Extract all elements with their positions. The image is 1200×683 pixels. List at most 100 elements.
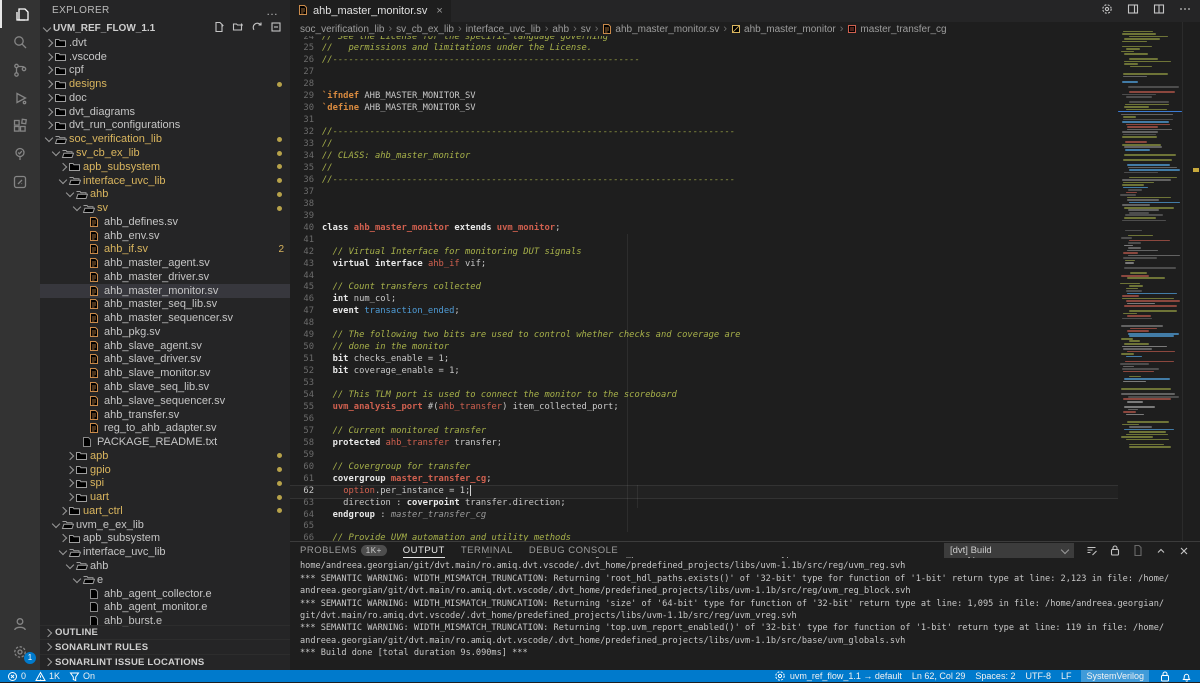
overview-ruler[interactable] xyxy=(1182,22,1200,541)
close-panel-icon[interactable] xyxy=(1178,545,1190,557)
section-outline[interactable]: OUTLINE xyxy=(40,625,290,640)
status-systemverilog[interactable]: SystemVerilog xyxy=(1081,670,1149,682)
breadcrumb-item[interactable]: master_transfer_cg xyxy=(847,24,946,35)
tree-item-designs[interactable]: designs xyxy=(40,77,290,91)
activity-explorer[interactable] xyxy=(0,0,42,28)
tree-item-uart-ctrl[interactable]: uart_ctrl xyxy=(40,504,290,518)
breadcrumb-item[interactable]: ahb xyxy=(552,24,569,35)
tree-item-ahb-slave-sequencer-sv[interactable]: ahb_slave_sequencer.sv xyxy=(40,394,290,408)
tree-item-ahb-slave-driver-sv[interactable]: ahb_slave_driver.sv xyxy=(40,353,290,367)
tree-item-ahb-master-sequencer-sv[interactable]: ahb_master_sequencer.sv xyxy=(40,311,290,325)
tree-item-ahb-agent-collector-e[interactable]: ahb_agent_collector.e xyxy=(40,587,290,601)
activity-dvt-edit[interactable] xyxy=(0,168,40,196)
tree-item-reg-to-ahb-adapter-sv[interactable]: reg_to_ahb_adapter.sv xyxy=(40,421,290,435)
breadcrumb-item[interactable]: soc_verification_lib xyxy=(300,24,385,35)
more-icon[interactable] xyxy=(1178,2,1192,21)
activity-run-debug[interactable] xyxy=(0,84,40,112)
activity-search[interactable] xyxy=(0,28,40,56)
tree-item-ahb-transfer-sv[interactable]: ahb_transfer.sv xyxy=(40,408,290,422)
breadcrumb-item[interactable]: interface_uvc_lib xyxy=(466,24,541,35)
folder-open-icon xyxy=(68,175,83,186)
activity-sonarlint[interactable] xyxy=(0,140,40,168)
tree-item-doc[interactable]: doc xyxy=(40,91,290,105)
tree-item-interface-uvc-lib[interactable]: interface_uvc_lib xyxy=(40,174,290,188)
status-ln-62-col-29[interactable]: Ln 62, Col 29 xyxy=(912,670,966,682)
collapse-all-icon[interactable] xyxy=(270,21,282,36)
new-file-icon[interactable] xyxy=(213,21,225,36)
tree-item-apb-subsystem[interactable]: apb_subsystem xyxy=(40,532,290,546)
gear-icon[interactable] xyxy=(1100,2,1114,21)
panel-tab-debug-console[interactable]: DEBUG CONSOLE xyxy=(529,543,618,557)
panel-tab-output[interactable]: OUTPUT xyxy=(403,543,445,558)
panel-tab-problems[interactable]: PROBLEMS1K+ xyxy=(300,543,387,557)
tree-item--dvt[interactable]: .dvt xyxy=(40,36,290,50)
open-log-icon[interactable] xyxy=(1132,544,1144,557)
breadcrumb-item[interactable]: sv xyxy=(581,24,591,35)
code-editor[interactable]: 24// See the License for the specific la… xyxy=(290,36,1118,541)
tree-item-ahb-slave-seq-lib-sv[interactable]: ahb_slave_seq_lib.sv xyxy=(40,380,290,394)
tree-item-cpf[interactable]: cpf xyxy=(40,64,290,78)
output-channel-select[interactable]: [dvt] Build xyxy=(944,543,1074,558)
breadcrumb-item[interactable]: ahb_master_monitor xyxy=(731,24,836,35)
tree-item-ahb-defines-sv[interactable]: ahb_defines.sv xyxy=(40,215,290,229)
tree-item-gpio[interactable]: gpio xyxy=(40,463,290,477)
tree-item-ahb-agent-monitor-e[interactable]: ahb_agent_monitor.e xyxy=(40,600,290,614)
tree-item-apb-subsystem[interactable]: apb_subsystem xyxy=(40,160,290,174)
tab-ahb-master-monitor[interactable]: ahb_master_monitor.sv × xyxy=(290,0,451,22)
status-lock[interactable] xyxy=(1159,670,1171,682)
minimap[interactable] xyxy=(1118,28,1182,540)
activity-source-control[interactable] xyxy=(0,56,40,84)
layout-icon[interactable] xyxy=(1126,2,1140,21)
tree-item-ahb-master-seq-lib-sv[interactable]: ahb_master_seq_lib.sv xyxy=(40,298,290,312)
tree-item-ahb-slave-monitor-sv[interactable]: ahb_slave_monitor.sv xyxy=(40,366,290,380)
tree-item-ahb[interactable]: ahb xyxy=(40,187,290,201)
status-0[interactable]: 0 xyxy=(7,670,26,682)
refresh-icon[interactable] xyxy=(251,21,263,36)
clear-output-icon[interactable] xyxy=(1085,544,1098,557)
tree-item-dvt-run-configurations[interactable]: dvt_run_configurations xyxy=(40,119,290,133)
activity-extensions[interactable] xyxy=(0,112,40,140)
tree-item-dvt-diagrams[interactable]: dvt_diagrams xyxy=(40,105,290,119)
tree-item--vscode[interactable]: .vscode xyxy=(40,50,290,64)
tree-item-ahb-slave-agent-sv[interactable]: ahb_slave_agent.sv xyxy=(40,339,290,353)
lock-icon[interactable] xyxy=(1109,544,1121,557)
activity-account[interactable] xyxy=(0,610,40,638)
status-lf[interactable]: LF xyxy=(1061,670,1072,682)
section-sonarlint-rules[interactable]: SONARLINT RULES xyxy=(40,639,290,654)
tree-item-uvm-e-ex-lib[interactable]: uvm_e_ex_lib xyxy=(40,518,290,532)
tree-item-sv-cb-ex-lib[interactable]: sv_cb_ex_lib xyxy=(40,146,290,160)
tree-item-apb[interactable]: apb xyxy=(40,449,290,463)
new-folder-icon[interactable] xyxy=(232,21,244,36)
split-editor-icon[interactable] xyxy=(1152,2,1166,21)
tree-item-ahb-master-monitor-sv[interactable]: ahb_master_monitor.sv xyxy=(40,284,290,298)
tree-item-ahb-if-sv[interactable]: ahb_if.sv2 xyxy=(40,242,290,256)
status-bell[interactable] xyxy=(1181,670,1192,682)
tree-item-sv[interactable]: sv xyxy=(40,201,290,215)
close-icon[interactable]: × xyxy=(436,5,442,17)
status-utf-8[interactable]: UTF-8 xyxy=(1025,670,1051,682)
output-log[interactable]: *** SEMANTIC WARNING: WIDTH_MISMATCH_TRU… xyxy=(300,557,1196,669)
status-on[interactable]: On xyxy=(69,670,95,682)
tree-item-soc-verification-lib[interactable]: soc_verification_lib xyxy=(40,132,290,146)
tree-item-interface-uvc-lib[interactable]: interface_uvc_lib xyxy=(40,545,290,559)
tree-item-ahb-master-driver-sv[interactable]: ahb_master_driver.sv xyxy=(40,270,290,284)
activity-settings[interactable]: 1 xyxy=(0,638,40,666)
status-uvm-ref-flow-1-1-default[interactable]: uvm_ref_flow_1.1 → default xyxy=(773,670,902,682)
maximize-panel-icon[interactable] xyxy=(1155,545,1167,557)
tree-item-ahb-pkg-sv[interactable]: ahb_pkg.sv xyxy=(40,325,290,339)
workspace-section-header[interactable]: UVM_REF_FLOW_1.1 xyxy=(40,21,290,36)
tree-item-package-readme-txt[interactable]: PACKAGE_README.txt xyxy=(40,435,290,449)
panel-tab-terminal[interactable]: TERMINAL xyxy=(461,543,513,557)
breadcrumb-item[interactable]: sv_cb_ex_lib xyxy=(396,24,454,35)
tree-item-e[interactable]: e xyxy=(40,573,290,587)
more-actions-icon[interactable]: … xyxy=(266,4,278,18)
tree-item-ahb-master-agent-sv[interactable]: ahb_master_agent.sv xyxy=(40,256,290,270)
status-spaces-2[interactable]: Spaces: 2 xyxy=(975,670,1015,682)
tree-item-ahb-env-sv[interactable]: ahb_env.sv xyxy=(40,229,290,243)
breadcrumb-item[interactable]: ahb_master_monitor.sv xyxy=(602,23,719,35)
section-sonarlint-issue-locations[interactable]: SONARLINT ISSUE LOCATIONS xyxy=(40,654,290,669)
tree-item-ahb[interactable]: ahb xyxy=(40,559,290,573)
tree-item-uart[interactable]: uart xyxy=(40,490,290,504)
status-1k[interactable]: 1K xyxy=(35,670,60,682)
tree-item-spi[interactable]: spi xyxy=(40,477,290,491)
